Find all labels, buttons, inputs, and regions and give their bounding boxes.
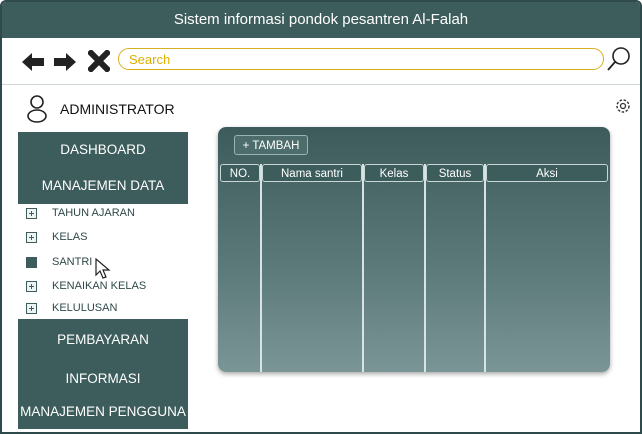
close-icon[interactable] bbox=[88, 50, 110, 72]
user-role: ADMINISTRATOR bbox=[60, 101, 175, 117]
column-divider bbox=[362, 164, 364, 372]
arrow-right-icon[interactable] bbox=[54, 51, 76, 73]
mouse-cursor-icon bbox=[95, 258, 111, 279]
column-divider bbox=[260, 164, 262, 372]
gear-icon[interactable] bbox=[614, 97, 632, 115]
column-header-aksi: Aksi bbox=[486, 164, 608, 182]
search-input[interactable]: Search bbox=[118, 48, 604, 70]
column-divider bbox=[424, 164, 426, 372]
plus-box-icon bbox=[26, 232, 37, 243]
add-button[interactable]: + TAMBAH bbox=[234, 135, 308, 155]
user-icon bbox=[27, 95, 47, 123]
column-header-no: NO. bbox=[220, 164, 260, 182]
arrow-left-icon[interactable] bbox=[22, 51, 44, 73]
nav-dashboard[interactable]: DASHBOARD bbox=[18, 132, 188, 168]
plus-box-icon bbox=[26, 281, 37, 292]
column-header-nama-santri: Nama santri bbox=[262, 164, 362, 182]
column-divider bbox=[484, 164, 486, 372]
nav-manajemen-data[interactable]: MANAJEMEN DATA bbox=[18, 168, 188, 204]
search-icon[interactable] bbox=[606, 46, 632, 72]
nav-pembayaran[interactable]: PEMBAYARAN bbox=[18, 319, 188, 361]
column-header-status: Status bbox=[426, 164, 484, 182]
nav-informasi[interactable]: INFORMASI bbox=[18, 361, 188, 397]
plus-box-icon bbox=[26, 303, 37, 314]
search-placeholder: Search bbox=[129, 52, 171, 67]
window-title: Sistem informasi pondok pesantren Al-Fal… bbox=[2, 2, 640, 38]
filled-box-icon bbox=[26, 257, 37, 268]
santri-table-panel: + TAMBAH NO. Nama santri Kelas Status Ak… bbox=[218, 127, 610, 372]
plus-box-icon bbox=[26, 208, 37, 219]
column-header-kelas: Kelas bbox=[364, 164, 424, 182]
nav-manajemen-pengguna[interactable]: MANAJEMEN PENGGUNA bbox=[18, 397, 188, 429]
